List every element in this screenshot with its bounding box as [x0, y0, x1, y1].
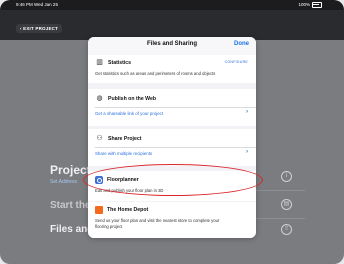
card-divider — [95, 147, 256, 148]
row-divider — [255, 190, 305, 191]
start-heading: Start the — [50, 200, 91, 211]
card-divider — [95, 107, 256, 108]
battery-percent: 100% — [298, 2, 310, 7]
share-card[interactable]: ⚇ Share Project Share with multiple reci… — [88, 129, 256, 166]
chevron-right-icon[interactable]: › — [246, 149, 248, 155]
globe-icon: ◍ — [96, 95, 103, 102]
status-time: 9:46 PM Wed Jan 25 — [16, 2, 58, 7]
status-right: 100% — [298, 0, 322, 10]
home-depot-logo-icon — [95, 206, 103, 214]
sheet-title: Files and Sharing — [146, 41, 197, 47]
ipad-screen: 9:46 PM Wed Jan 25 100% ‹ EXIT PROJECT P… — [0, 0, 344, 264]
files-and-sharing-sheet: Files and Sharing Done ▥ Statistics CONF… — [88, 37, 256, 238]
done-button[interactable]: Done — [234, 41, 249, 47]
home-depot-subtitle-line2: flooring project — [95, 224, 123, 229]
share-icon[interactable]: ⇧ — [281, 224, 292, 235]
publish-card[interactable]: ◍ Publish on the Web Get a shareable lin… — [88, 89, 256, 126]
set-address-link[interactable]: Set Address — [50, 179, 77, 185]
home-depot-title: The Home Depot — [107, 207, 149, 213]
document-icon[interactable]: ▤ — [281, 199, 292, 210]
publish-title: Publish on the Web — [108, 95, 157, 102]
publish-link[interactable]: Get a shareable link of your project — [95, 111, 163, 116]
chevron-right-icon[interactable]: › — [246, 109, 248, 115]
publish-title-row: ◍ Publish on the Web — [95, 94, 156, 103]
home-depot-title-row: The Home Depot — [95, 206, 148, 214]
home-depot-subtitle-line1: Send us your floor plan and visit the ne… — [95, 218, 220, 223]
sheet-header: Files and Sharing Done — [88, 37, 256, 56]
people-icon: ⚇ — [96, 135, 103, 142]
chart-icon: ▥ — [96, 59, 103, 66]
statistics-title-row: ▥ Statistics — [95, 58, 131, 67]
exit-project-label: EXIT PROJECT — [23, 26, 59, 31]
battery-icon — [312, 2, 322, 8]
configure-button[interactable]: CONFIGURE — [225, 60, 248, 64]
share-title-row: ⚇ Share Project — [95, 134, 141, 143]
statistics-card[interactable]: ▥ Statistics CONFIGURE Get statistics su… — [88, 55, 256, 83]
exit-project-button[interactable]: ‹ EXIT PROJECT — [16, 24, 63, 33]
status-bar: 9:46 PM Wed Jan 25 100% — [0, 0, 344, 10]
statistics-title: Statistics — [108, 59, 132, 66]
row-divider — [255, 218, 305, 219]
home-depot-card[interactable]: The Home Depot Send us your floor plan a… — [88, 202, 256, 238]
highlight-annotation — [83, 164, 263, 196]
info-icon[interactable]: i — [281, 171, 292, 182]
share-title: Share Project — [108, 135, 142, 142]
share-link[interactable]: Share with multiple recipients — [95, 151, 152, 156]
statistics-subtitle: Get statistics such as areas and perimet… — [95, 71, 216, 76]
